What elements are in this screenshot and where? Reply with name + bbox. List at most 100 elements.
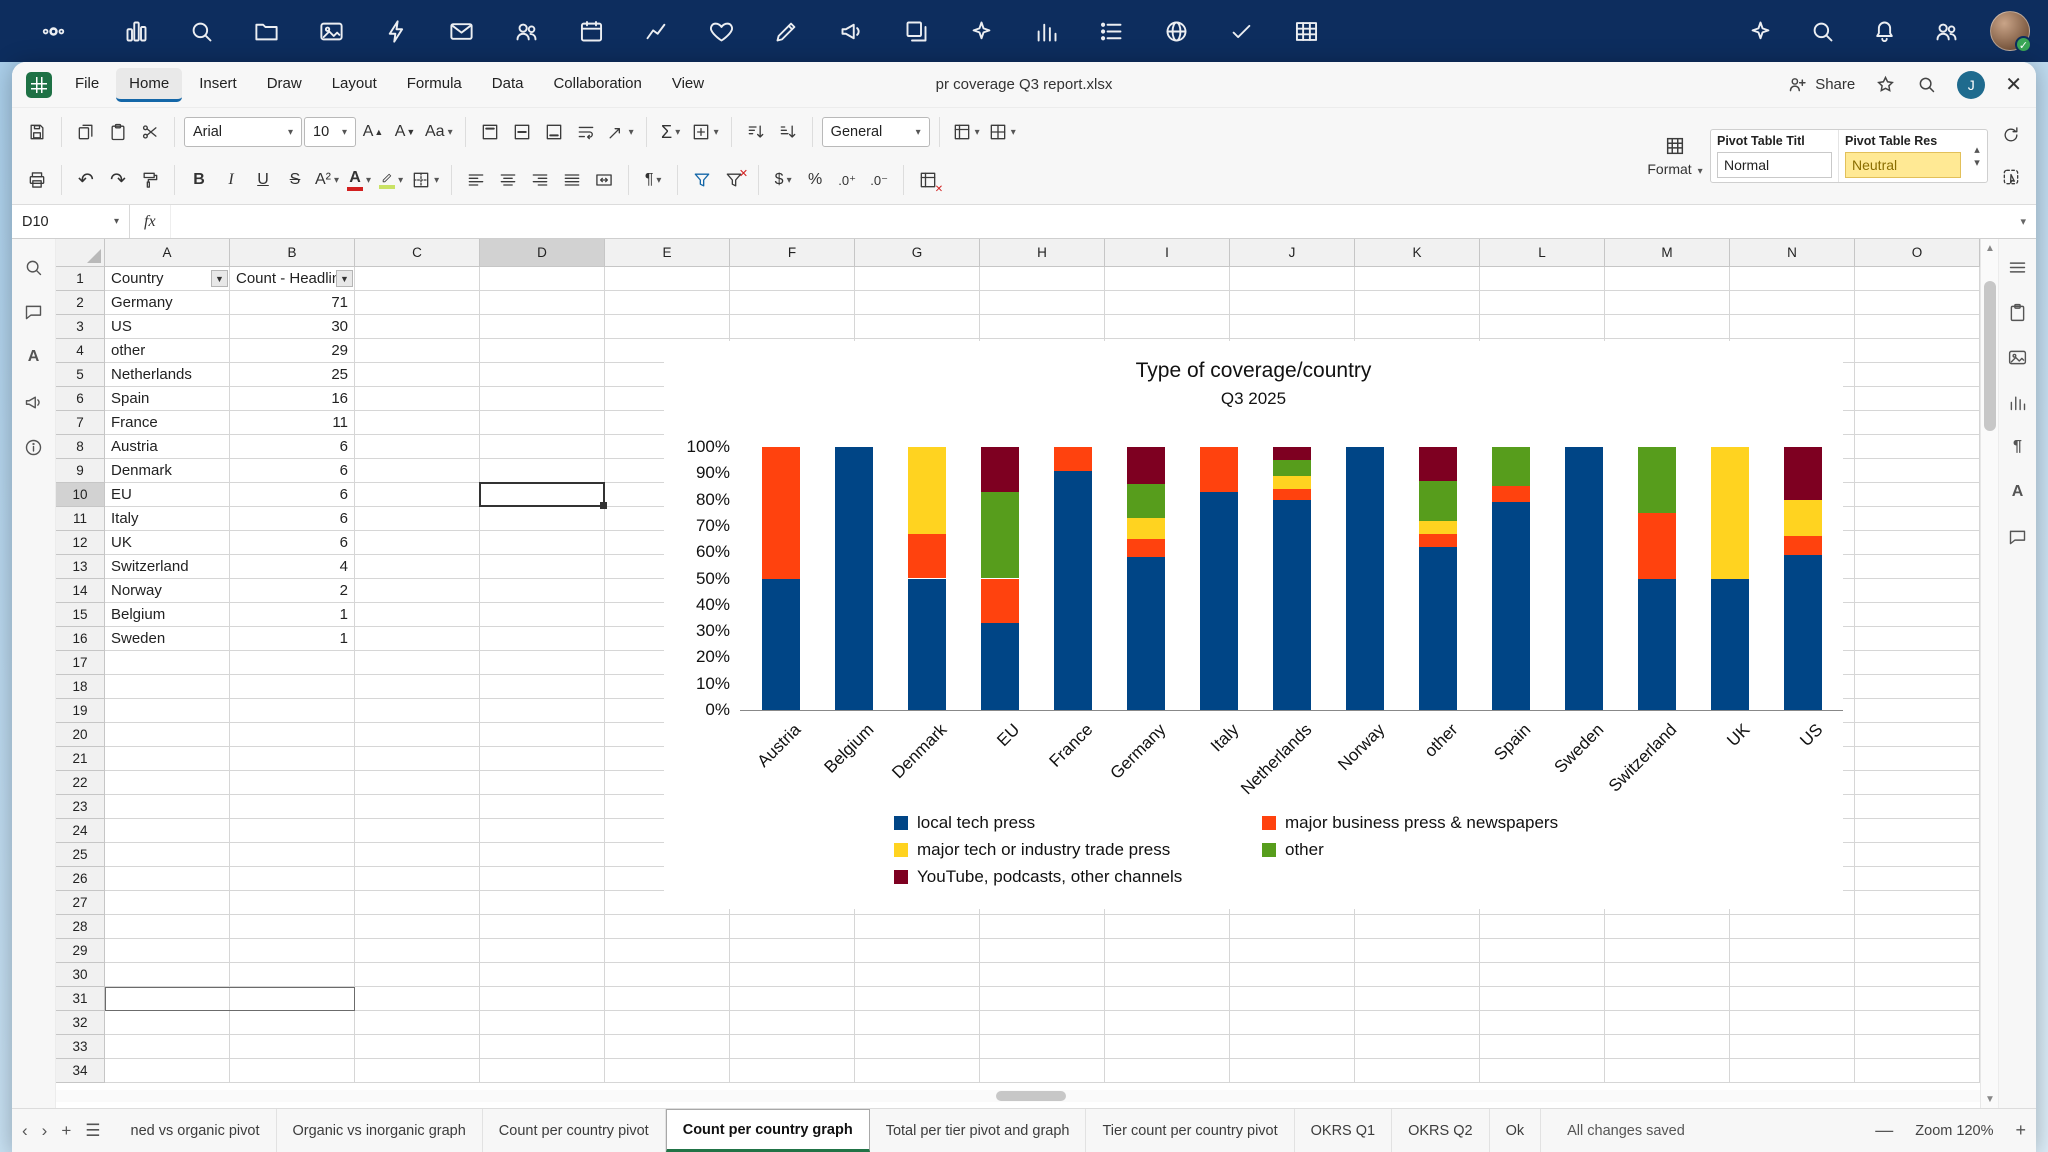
cell-F1[interactable] — [730, 267, 855, 291]
cut-button[interactable] — [135, 115, 165, 149]
col-header-C[interactable]: C — [355, 239, 480, 267]
app-tasks[interactable] — [1093, 13, 1129, 49]
cell-B2[interactable]: 71 — [230, 291, 355, 315]
cell-I28[interactable] — [1105, 915, 1230, 939]
paragraph-button[interactable]: ¶ — [2006, 435, 2030, 459]
pivot-style-neutral-swatch[interactable]: Neutral — [1845, 152, 1961, 178]
row-header-13[interactable]: 13 — [56, 555, 105, 579]
cell-B10[interactable]: 6 — [230, 483, 355, 507]
cell-B22[interactable] — [230, 771, 355, 795]
row-header-9[interactable]: 9 — [56, 459, 105, 483]
cell-D32[interactable] — [480, 1011, 605, 1035]
col-header-A[interactable]: A — [105, 239, 230, 267]
cell-G3[interactable] — [855, 315, 980, 339]
cell-H28[interactable] — [980, 915, 1105, 939]
cell-E33[interactable] — [605, 1035, 730, 1059]
app-analytics[interactable] — [638, 13, 674, 49]
cell-B31[interactable] — [230, 987, 355, 1011]
sort-descending-button[interactable] — [773, 115, 803, 149]
insert-rows-columns-button[interactable]: ▾ — [688, 115, 722, 149]
favorite-star-button[interactable] — [1875, 74, 1896, 95]
app-activity[interactable] — [378, 13, 414, 49]
cell-D34[interactable] — [480, 1059, 605, 1083]
sheet-tab-ned-vs-organic-pivot[interactable]: ned vs organic pivot — [115, 1109, 277, 1152]
cell-A1[interactable]: Country▼ — [105, 267, 230, 291]
cell-L31[interactable] — [1480, 987, 1605, 1011]
collaborator-avatar[interactable]: J — [1957, 71, 1985, 99]
col-header-E[interactable]: E — [605, 239, 730, 267]
cell-L28[interactable] — [1480, 915, 1605, 939]
zoom-in-button[interactable]: + — [2015, 1120, 2026, 1141]
cell-B6[interactable]: 16 — [230, 387, 355, 411]
styles-button[interactable]: A — [2006, 480, 2030, 504]
cell-C13[interactable] — [355, 555, 480, 579]
cell-D19[interactable] — [480, 699, 605, 723]
cell-A14[interactable]: Norway — [105, 579, 230, 603]
row-header-29[interactable]: 29 — [56, 939, 105, 963]
app-tables[interactable] — [1288, 13, 1324, 49]
cell-O14[interactable] — [1855, 579, 1980, 603]
cell-A32[interactable] — [105, 1011, 230, 1035]
conditional-format-button[interactable]: ▾ — [985, 115, 1019, 149]
row-header-26[interactable]: 26 — [56, 867, 105, 891]
cell-A20[interactable] — [105, 723, 230, 747]
cell-A25[interactable] — [105, 843, 230, 867]
cell-D31[interactable] — [480, 987, 605, 1011]
cell-M1[interactable] — [1605, 267, 1730, 291]
row-header-27[interactable]: 27 — [56, 891, 105, 915]
cell-G1[interactable] — [855, 267, 980, 291]
cell-C19[interactable] — [355, 699, 480, 723]
cell-N28[interactable] — [1730, 915, 1855, 939]
app-calendar[interactable] — [573, 13, 609, 49]
menu-collaboration[interactable]: Collaboration — [540, 68, 654, 102]
horizontal-scroll-thumb[interactable] — [996, 1091, 1066, 1101]
cell-C25[interactable] — [355, 843, 480, 867]
spellcheck-button[interactable]: A — [22, 345, 46, 369]
underline-button[interactable]: U — [248, 163, 278, 197]
cell-B4[interactable]: 29 — [230, 339, 355, 363]
cell-B29[interactable] — [230, 939, 355, 963]
row-header-8[interactable]: 8 — [56, 435, 105, 459]
cell-H32[interactable] — [980, 1011, 1105, 1035]
share-button[interactable]: Share — [1787, 74, 1855, 95]
cell-I34[interactable] — [1105, 1059, 1230, 1083]
row-header-14[interactable]: 14 — [56, 579, 105, 603]
italic-button[interactable]: I — [216, 163, 246, 197]
cell-N3[interactable] — [1730, 315, 1855, 339]
cell-A9[interactable]: Denmark — [105, 459, 230, 483]
cell-A10[interactable]: EU — [105, 483, 230, 507]
cell-D11[interactable] — [480, 507, 605, 531]
row-header-24[interactable]: 24 — [56, 819, 105, 843]
cell-K2[interactable] — [1355, 291, 1480, 315]
align-center-button[interactable] — [493, 163, 523, 197]
cell-G31[interactable] — [855, 987, 980, 1011]
cell-O12[interactable] — [1855, 531, 1980, 555]
cell-B18[interactable] — [230, 675, 355, 699]
gallery-button[interactable] — [2006, 345, 2030, 369]
cell-M34[interactable] — [1605, 1059, 1730, 1083]
cell-M32[interactable] — [1605, 1011, 1730, 1035]
cell-I2[interactable] — [1105, 291, 1230, 315]
cell-G30[interactable] — [855, 963, 980, 987]
font-color-button[interactable]: A▾ — [344, 163, 374, 197]
app-charts[interactable] — [1028, 13, 1064, 49]
remove-decimal-button[interactable]: .0⁻ — [864, 163, 894, 197]
select-mode-button[interactable] — [1996, 160, 2026, 194]
cell-B17[interactable] — [230, 651, 355, 675]
cell-M29[interactable] — [1605, 939, 1730, 963]
superscript-button[interactable]: A²▾ — [312, 163, 342, 197]
cell-J33[interactable] — [1230, 1035, 1355, 1059]
col-header-G[interactable]: G — [855, 239, 980, 267]
cell-G32[interactable] — [855, 1011, 980, 1035]
cell-K3[interactable] — [1355, 315, 1480, 339]
font-size-select[interactable]: 10▾ — [304, 117, 356, 147]
cell-B28[interactable] — [230, 915, 355, 939]
cell-K1[interactable] — [1355, 267, 1480, 291]
app-search[interactable] — [183, 13, 219, 49]
cell-L29[interactable] — [1480, 939, 1605, 963]
row-header-6[interactable]: 6 — [56, 387, 105, 411]
cell-O33[interactable] — [1855, 1035, 1980, 1059]
save-button[interactable] — [22, 115, 52, 149]
align-top-button[interactable] — [475, 115, 505, 149]
cell-D3[interactable] — [480, 315, 605, 339]
